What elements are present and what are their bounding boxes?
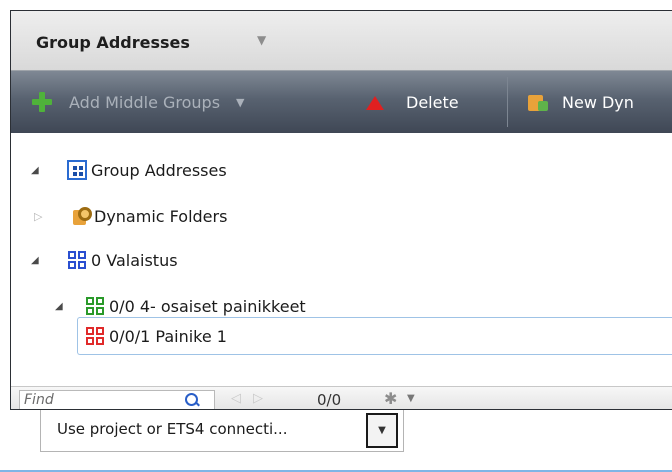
tree-item-label: 0/0 4- osaiset painikkeet <box>109 296 306 316</box>
tree-item-dynamic-folders[interactable]: ▷ Dynamic Folders <box>11 196 672 236</box>
tree-item-label: 0/0/1 Painike 1 <box>109 326 227 346</box>
group-addresses-panel: Group Addresses ▼ Add Middle Groups ▼ De… <box>10 10 672 410</box>
expanded-arrow-icon[interactable]: ◢ <box>31 255 39 266</box>
expanded-arrow-icon[interactable]: ◢ <box>55 301 63 312</box>
main-group-icon <box>67 250 87 270</box>
toolbar-separator <box>507 77 508 127</box>
tree-item-main-group[interactable]: ◢ 0 Valaistus <box>11 240 672 280</box>
previous-result-icon[interactable]: ◁ <box>231 391 241 406</box>
delete-label: Delete <box>406 92 459 112</box>
new-folder-icon <box>526 91 548 113</box>
chevron-down-icon: ▼ <box>378 425 386 436</box>
gear-icon[interactable]: ✱ <box>384 389 397 408</box>
group-addresses-icon <box>67 160 87 180</box>
next-result-icon[interactable]: ▷ <box>253 391 263 406</box>
expanded-arrow-icon[interactable]: ◢ <box>31 165 39 176</box>
find-bar: Find ◁ ▷ 0/0 ✱ ▼ <box>11 386 672 409</box>
caret-down-icon[interactable]: ▼ <box>257 33 266 47</box>
chevron-down-icon[interactable]: ▼ <box>407 393 415 404</box>
middle-group-icon <box>85 296 105 316</box>
tree-item-group-address[interactable]: 0/0/1 Painike 1 <box>11 316 672 356</box>
toolbar: Add Middle Groups ▼ Delete New Dyn <box>11 71 672 133</box>
delete-button[interactable]: Delete <box>366 71 459 133</box>
delete-icon <box>366 96 384 110</box>
group-address-icon <box>85 326 105 346</box>
connection-selected-value: Use project or ETS4 connecti... <box>57 420 288 438</box>
dropdown-button[interactable]: ▼ <box>366 413 398 448</box>
connection-select[interactable]: Use project or ETS4 connecti... ▼ <box>40 410 404 452</box>
tree-item-label: Dynamic Folders <box>94 206 228 226</box>
add-middle-groups-label: Add Middle Groups <box>69 92 221 112</box>
find-placeholder: Find <box>24 392 54 408</box>
new-dynamic-folder-button[interactable]: New Dyn <box>526 71 634 133</box>
find-input[interactable]: Find <box>19 390 215 409</box>
tree-item-group-addresses[interactable]: ◢ Group Addresses <box>11 150 672 190</box>
panel-title-bar: Group Addresses ▼ <box>11 11 672 71</box>
new-dynamic-label: New Dyn <box>562 92 634 112</box>
search-icon[interactable] <box>185 393 199 407</box>
tree-item-label: Group Addresses <box>91 160 227 180</box>
panel-title[interactable]: Group Addresses <box>36 33 190 52</box>
tree-item-label: 0 Valaistus <box>91 250 178 270</box>
result-count: 0/0 <box>317 391 342 409</box>
dynamic-folder-icon <box>73 206 93 226</box>
add-middle-groups-button[interactable]: Add Middle Groups ▼ <box>31 71 245 133</box>
connection-bar: Use project or ETS4 connecti... ▼ <box>0 410 672 472</box>
plus-icon <box>31 91 53 113</box>
chevron-down-icon[interactable]: ▼ <box>236 96 244 109</box>
collapsed-arrow-icon[interactable]: ▷ <box>34 210 42 223</box>
